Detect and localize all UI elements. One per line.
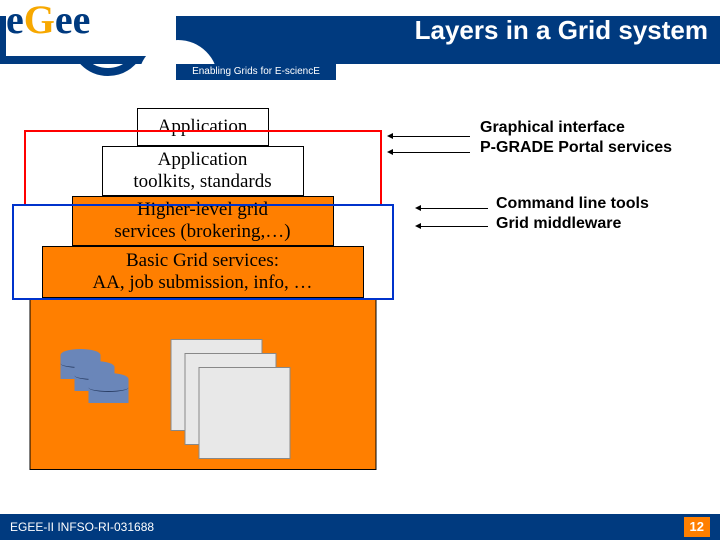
pyramid-stack: Application Application toolkits, standa…	[30, 108, 375, 478]
layer-application: Application	[137, 108, 269, 146]
arrow-icon	[390, 152, 470, 153]
egee-logo: eGee	[6, 0, 176, 56]
header: eGee Layers in a Grid system	[0, 0, 720, 64]
layer-fabric	[29, 298, 376, 470]
footer: EGEE-II INFSO-RI-031688 12	[0, 514, 720, 540]
slide-body: Application Application toolkits, standa…	[0, 100, 720, 500]
page-number: 12	[684, 517, 710, 537]
annotations: Graphical interface P-GRADE Portal servi…	[480, 118, 672, 234]
layer-label: Basic Grid services: AA, job submission,…	[92, 250, 312, 294]
layer-label: Higher-level grid services (brokering,…)	[114, 199, 290, 243]
layer-basic-services: Basic Grid services: AA, job submission,…	[42, 246, 364, 298]
compute-node-icon	[198, 367, 290, 459]
annotation-line: Command line tools	[496, 194, 672, 214]
annotation-portal: Graphical interface P-GRADE Portal servi…	[480, 118, 672, 158]
annotation-line: Grid middleware	[496, 214, 672, 234]
annotation-middleware: Command line tools Grid middleware	[496, 194, 672, 234]
footer-id: EGEE-II INFSO-RI-031688	[10, 514, 154, 540]
tagline: Enabling Grids for E-sciencE	[176, 64, 336, 80]
arrow-icon	[418, 226, 488, 227]
layer-label: Application toolkits, standards	[133, 149, 271, 193]
arrow-icon	[418, 208, 488, 209]
slide-title: Layers in a Grid system	[415, 14, 708, 46]
database-icon	[88, 373, 128, 407]
arrow-icon	[390, 136, 470, 137]
annotation-line: P-GRADE Portal services	[480, 138, 672, 158]
layer-label: Application	[158, 116, 248, 138]
annotation-line: Graphical interface	[480, 118, 672, 138]
layer-higher-services: Higher-level grid services (brokering,…)	[72, 196, 334, 246]
layer-toolkits: Application toolkits, standards	[102, 146, 304, 196]
